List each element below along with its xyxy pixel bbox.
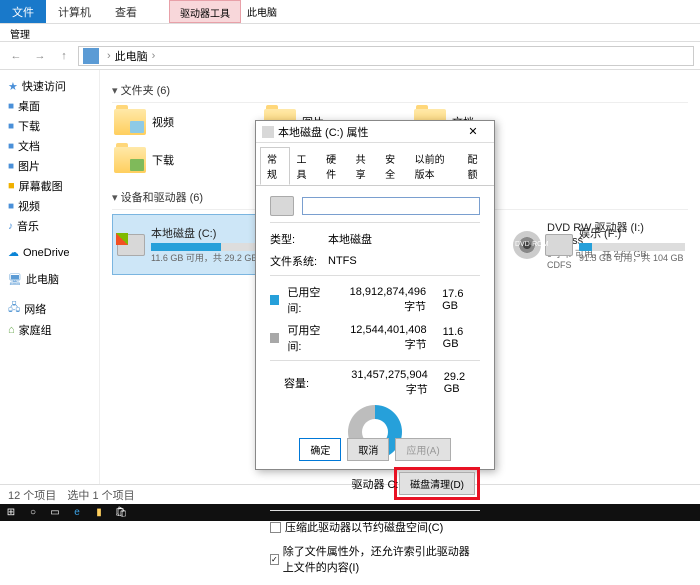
sidebar-homegroup[interactable]: ⌂家庭组 (4, 320, 95, 340)
ribbon-file[interactable]: 文件 (0, 0, 46, 23)
sidebar-music[interactable]: ♪音乐 (4, 216, 95, 236)
folders-section[interactable]: 文件夹 (6) (112, 78, 688, 103)
capacity-bytes: 31,457,275,904 字节 (342, 369, 427, 397)
tab-tools[interactable]: 工具 (290, 147, 320, 185)
type-label: 类型: (270, 231, 320, 247)
tab-quota[interactable]: 配额 (460, 147, 490, 185)
breadcrumb[interactable]: 此电脑 (115, 48, 148, 64)
status-items: 12 个项目 (8, 490, 56, 502)
sidebar-videos[interactable]: ■视频 (4, 196, 95, 216)
folder-videos[interactable]: 视频 (112, 107, 242, 137)
drive-label: 驱动器 C: (351, 476, 398, 492)
tab-previous[interactable]: 以前的版本 (408, 147, 461, 185)
capacity-gb: 29.2 GB (444, 371, 480, 395)
type-value: 本地磁盘 (328, 231, 372, 247)
start-button[interactable]: ⊞ (0, 504, 22, 521)
free-bytes: 12,544,401,408 字节 (337, 324, 427, 352)
apply-button[interactable]: 应用(A) (395, 438, 450, 461)
index-checkbox-row[interactable]: ✓除了文件属性外，还允许索引此驱动器上文件的内容(I) (270, 543, 480, 575)
sidebar-onedrive[interactable]: ☁OneDrive (4, 244, 95, 261)
taskview-icon[interactable]: ▭ (44, 504, 66, 521)
cancel-button[interactable]: 取消 (347, 438, 389, 461)
search-icon[interactable]: ○ (22, 504, 44, 521)
checkbox-icon (270, 522, 281, 533)
tab-general[interactable]: 常规 (260, 147, 290, 185)
explorer-icon[interactable]: ▮ (88, 504, 110, 521)
compress-checkbox-row[interactable]: 压缩此驱动器以节约磁盘空间(C) (270, 519, 480, 535)
properties-dialog: 本地磁盘 (C:) 属性 ✕ 常规 工具 硬件 共享 安全 以前的版本 配额 类… (255, 120, 495, 470)
ribbon-drivetools: 驱动器工具 (169, 0, 241, 23)
volume-label-input[interactable] (302, 197, 480, 215)
used-bytes: 18,912,874,496 字节 (337, 286, 426, 314)
ribbon-view[interactable]: 查看 (103, 0, 149, 23)
status-selected: 选中 1 个项目 (67, 490, 134, 502)
thispc-icon (83, 48, 99, 64)
tab-hardware[interactable]: 硬件 (319, 147, 349, 185)
address-bar: ← → ↑ › 此电脑 › (0, 42, 700, 70)
free-label: 可用空间: (287, 322, 329, 354)
tab-security[interactable]: 安全 (378, 147, 408, 185)
drive-c[interactable]: 本地磁盘 (C:) 11.6 GB 可用，共 29.2 GB (112, 214, 272, 275)
sidebar-documents[interactable]: ■文档 (4, 136, 95, 156)
sidebar-pictures[interactable]: ■图片 (4, 156, 95, 176)
drive-f[interactable]: 娱乐 (F:) 91.5 GB 可用，共 104 GB (540, 220, 690, 269)
free-gb: 11.6 GB (443, 326, 480, 350)
sidebar-network[interactable]: 🖧网络 (4, 297, 95, 320)
sidebar-quick-access[interactable]: ★快速访问 (4, 76, 95, 96)
window-title: 此电脑 (239, 0, 285, 23)
highlight-box: 磁盘清理(D) (394, 467, 480, 500)
capacity-label: 容量: (284, 375, 334, 391)
store-icon[interactable]: 🛍 (110, 504, 132, 521)
fs-label: 文件系统: (270, 253, 320, 269)
dialog-tabs: 常规 工具 硬件 共享 安全 以前的版本 配额 (256, 143, 494, 186)
sidebar-desktop[interactable]: ■桌面 (4, 96, 95, 116)
nav-forward[interactable]: → (30, 46, 50, 66)
used-gb: 17.6 GB (442, 288, 480, 312)
sidebar-screenshots[interactable]: ■屏幕截图 (4, 176, 95, 196)
ribbon: 文件 计算机 查看 驱动器工具 此电脑 (0, 0, 700, 24)
sidebar-thispc[interactable]: 🖥此电脑 (4, 269, 95, 289)
disk-cleanup-button[interactable]: 磁盘清理(D) (399, 472, 475, 495)
fs-value: NTFS (328, 255, 357, 267)
nav-back[interactable]: ← (6, 46, 26, 66)
dialog-titlebar[interactable]: 本地磁盘 (C:) 属性 ✕ (256, 121, 494, 143)
ok-button[interactable]: 确定 (299, 438, 341, 461)
used-color-icon (270, 295, 279, 305)
close-button[interactable]: ✕ (458, 125, 488, 138)
folder-downloads[interactable]: 下载 (112, 145, 242, 175)
drive-icon (545, 234, 573, 256)
dialog-title: 本地磁盘 (C:) 属性 (278, 124, 368, 140)
ribbon-manage[interactable]: 管理 (0, 24, 700, 42)
edge-icon[interactable]: e (66, 504, 88, 521)
ribbon-computer[interactable]: 计算机 (46, 0, 103, 23)
sidebar-downloads[interactable]: ■下载 (4, 116, 95, 136)
used-label: 已用空间: (287, 284, 328, 316)
checkbox-icon: ✓ (270, 554, 279, 565)
sidebar: ★快速访问 ■桌面 ■下载 ■文档 ■图片 ■屏幕截图 ■视频 ♪音乐 ☁One… (0, 70, 100, 510)
drive-icon (270, 196, 294, 216)
address-path[interactable]: › 此电脑 › (78, 46, 694, 66)
free-color-icon (270, 333, 279, 343)
drive-icon (117, 234, 145, 256)
tab-sharing[interactable]: 共享 (349, 147, 379, 185)
nav-up[interactable]: ↑ (54, 46, 74, 66)
drive-icon (262, 126, 274, 138)
